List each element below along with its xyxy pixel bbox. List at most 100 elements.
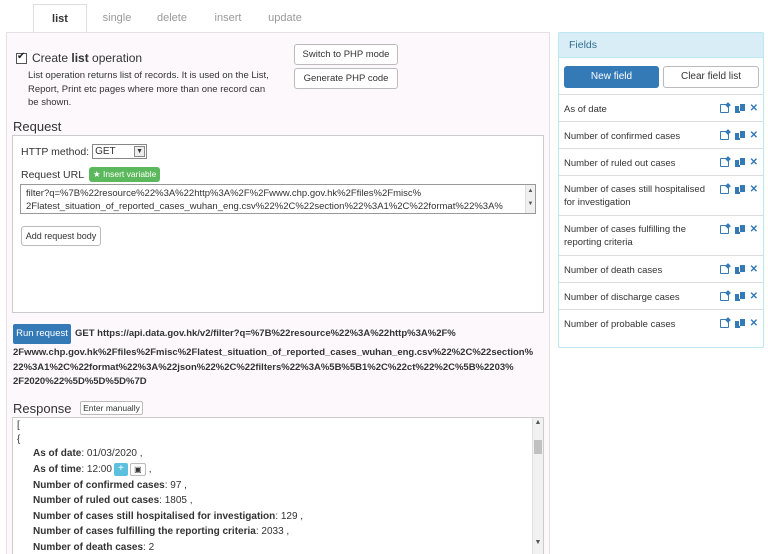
insert-variable-button[interactable]: ★ Insert variable	[89, 167, 161, 182]
copy-icon[interactable]	[734, 158, 745, 167]
field-label: Number of cases still hospitalised for i…	[564, 184, 705, 208]
response-line: Number of cases fulfilling the reporting…	[33, 526, 290, 537]
delete-icon[interactable]: ✕	[750, 158, 758, 168]
field-actions: ✕	[719, 265, 758, 275]
request-url-line-1: filter?q=%7B%22resource%22%3A%22http%3A%…	[26, 188, 422, 199]
get-url-line-4: 2F2020%22%5D%5D%5D%7D	[13, 376, 147, 387]
http-method-select[interactable]: GET ▼	[92, 144, 148, 159]
edit-icon[interactable]	[719, 225, 729, 234]
request-url-input[interactable]: filter?q=%7B%22resource%22%3A%22http%3A%…	[20, 184, 536, 214]
copy-icon[interactable]	[734, 292, 745, 301]
copy-icon[interactable]	[734, 319, 745, 328]
field-row[interactable]: Number of death cases ✕	[559, 255, 763, 282]
field-label: Number of discharge cases	[564, 292, 680, 303]
enter-manually-button[interactable]: Enter manually	[80, 401, 143, 415]
field-label: Number of confirmed cases	[564, 131, 681, 142]
field-row[interactable]: Number of cases fulfilling the reporting…	[559, 215, 763, 255]
field-actions: ✕	[719, 319, 758, 329]
edit-icon[interactable]	[719, 131, 729, 140]
get-url-line-1: GET https://api.data.gov.hk/v2/filter?q=…	[75, 328, 456, 339]
delete-icon[interactable]: ✕	[750, 104, 758, 114]
get-url-continued: 2Fwww.chp.gov.hk%2Ffiles%2Fmisc%2Flatest…	[13, 346, 548, 390]
page: list single delete insert update Create …	[0, 0, 768, 554]
add-request-body-button[interactable]: Add request body	[21, 226, 101, 246]
field-row[interactable]: Number of ruled out cases ✕	[559, 148, 763, 175]
http-method-row: HTTP method: GET ▼	[21, 144, 148, 159]
create-operation-checkbox[interactable]	[16, 51, 27, 64]
fields-panel-title: Fields	[559, 33, 763, 58]
generate-php-code-button[interactable]: Generate PHP code	[294, 68, 398, 89]
scroll-up-icon[interactable]: ▲	[533, 419, 543, 426]
delete-icon[interactable]: ✕	[750, 185, 758, 195]
get-url-line-2: 2Fwww.chp.gov.hk%2Ffiles%2Fmisc%2Flatest…	[13, 347, 534, 358]
response-line: Number of ruled out cases: 1805 ,	[33, 495, 193, 506]
chevron-down-icon: ▼	[134, 146, 146, 157]
response-line: As of date: 01/03/2020 ,	[33, 448, 143, 459]
request-url-line-2: 2Flatest_situation_of_reported_cases_wuh…	[26, 201, 503, 212]
field-label: Number of death cases	[564, 265, 663, 276]
tab-insert[interactable]: insert	[203, 4, 253, 32]
clear-field-list-button[interactable]: Clear field list	[663, 66, 759, 88]
request-title: Request	[13, 119, 62, 134]
field-row[interactable]: Number of probable cases ✕	[559, 309, 763, 336]
field-row[interactable]: Number of cases still hospitalised for i…	[559, 175, 763, 215]
field-actions: ✕	[719, 225, 758, 235]
edit-icon[interactable]	[719, 292, 729, 301]
field-label: Number of ruled out cases	[564, 158, 676, 169]
edit-icon[interactable]	[719, 158, 729, 167]
edit-icon[interactable]	[719, 265, 729, 274]
field-row[interactable]: Number of confirmed cases ✕	[559, 121, 763, 148]
copy-icon[interactable]	[734, 131, 745, 140]
field-label: As of date	[564, 104, 607, 115]
copy-icon[interactable]	[734, 225, 745, 234]
response-scrollbar[interactable]: ▲ ▼	[532, 418, 543, 554]
response-line: Number of cases still hospitalised for i…	[33, 511, 304, 522]
delete-icon[interactable]: ✕	[750, 292, 758, 302]
run-request-button[interactable]: Run request	[13, 324, 71, 344]
delete-icon[interactable]: ✕	[750, 319, 758, 329]
response-open-brace: {	[17, 434, 21, 445]
tab-delete[interactable]: delete	[147, 4, 197, 32]
url-scrollbar[interactable]: ▲ ▼	[525, 185, 535, 213]
delete-icon[interactable]: ✕	[750, 265, 758, 275]
field-label: Number of probable cases	[564, 319, 676, 330]
response-line: As of time: 12:00 + ▣ ,	[33, 463, 152, 476]
edit-icon[interactable]	[719, 319, 729, 328]
tab-update[interactable]: update	[258, 4, 312, 32]
scrollbar-thumb[interactable]	[534, 440, 542, 454]
create-operation-label: Create list operation	[32, 51, 143, 65]
scroll-down-icon[interactable]: ▼	[533, 539, 543, 546]
edit-icon[interactable]	[719, 185, 729, 194]
delete-icon[interactable]: ✕	[750, 225, 758, 235]
copy-icon[interactable]	[734, 185, 745, 194]
field-row[interactable]: As of date ✕	[559, 94, 763, 121]
field-actions: ✕	[719, 131, 758, 141]
http-method-value: GET	[95, 146, 116, 157]
field-label: Number of cases fulfilling the reporting…	[564, 224, 686, 248]
copy-icon[interactable]	[734, 104, 745, 113]
field-row[interactable]: Number of discharge cases ✕	[559, 282, 763, 309]
http-method-label: HTTP method:	[21, 145, 90, 158]
request-url-row: Request URL ★ Insert variable	[21, 167, 161, 182]
get-url-line-3: 22%3A1%2C%22format%22%3A%22json%22%2C%22…	[13, 361, 514, 373]
paste-icon[interactable]: ▣	[129, 463, 146, 476]
new-field-button[interactable]: New field	[564, 66, 659, 88]
field-actions: ✕	[719, 185, 758, 195]
operation-description: List operation returns list of records. …	[28, 70, 269, 108]
response-line: Number of confirmed cases: 97 ,	[33, 480, 187, 491]
edit-icon[interactable]	[719, 104, 729, 113]
response-title: Response	[13, 401, 72, 416]
tab-single[interactable]: single	[92, 4, 142, 32]
create-operation-row: Create list operation	[16, 51, 142, 65]
field-actions: ✕	[719, 104, 758, 114]
plus-icon[interactable]: +	[113, 463, 128, 476]
request-box: HTTP method: GET ▼ Request URL ★ Insert …	[12, 135, 544, 313]
response-textarea[interactable]: [ { As of date: 01/03/2020 , As of time:…	[12, 417, 544, 554]
delete-icon[interactable]: ✕	[750, 131, 758, 141]
field-actions: ✕	[719, 158, 758, 168]
operation-panel: Create list operation List operation ret…	[6, 32, 550, 554]
tab-list[interactable]: list	[33, 4, 87, 33]
operation-tabs: list single delete insert update	[0, 0, 768, 33]
switch-php-mode-button[interactable]: Switch to PHP mode	[294, 44, 398, 65]
copy-icon[interactable]	[734, 265, 745, 274]
